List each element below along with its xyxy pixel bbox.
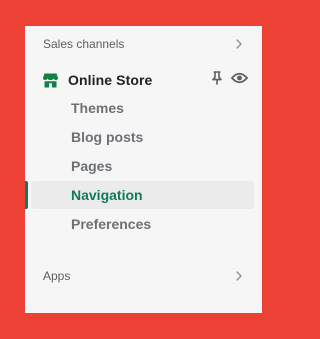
nav-item-navigation[interactable]: Navigation: [31, 181, 254, 209]
online-store-label: Online Store: [68, 72, 153, 88]
store-icon: [42, 72, 68, 89]
eye-icon[interactable]: [230, 71, 249, 89]
chevron-right-icon: [234, 39, 244, 49]
nav-item-pages[interactable]: Pages: [31, 152, 254, 180]
nav-item-blog-posts[interactable]: Blog posts: [31, 123, 254, 151]
sales-channels-header[interactable]: Sales channels: [43, 33, 244, 55]
online-store-item[interactable]: Online Store: [42, 68, 249, 92]
sidebar-panel: Sales channels Online Store Themes Blog …: [25, 26, 262, 313]
sales-channels-label: Sales channels: [43, 37, 125, 51]
apps-header[interactable]: Apps: [43, 265, 244, 287]
chevron-right-icon: [234, 271, 244, 281]
pin-icon[interactable]: [212, 70, 222, 90]
nav-item-themes[interactable]: Themes: [31, 94, 254, 122]
active-indicator: [25, 181, 28, 209]
nav-item-preferences[interactable]: Preferences: [31, 210, 254, 238]
apps-label: Apps: [43, 269, 71, 283]
